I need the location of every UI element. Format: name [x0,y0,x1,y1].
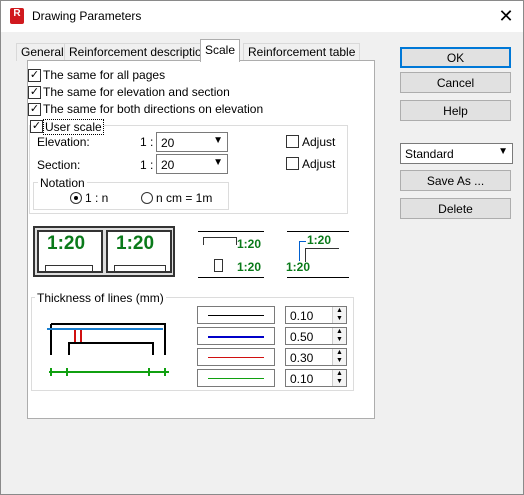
thickness-input-1[interactable]: 0.10 ▲ ▼ [285,306,347,324]
chevron-down-icon: ▼ [213,135,223,146]
section-adjust-label: Adjust [302,157,336,171]
tab-reinforcement-table[interactable]: Reinforcement table [243,43,361,61]
thickness-value-2: 0.50 [290,330,314,344]
preset-select[interactable]: Standard ▼ [400,143,513,164]
dialog-window: R Drawing Parameters ✕ General Reinforce… [0,0,524,495]
cancel-button[interactable]: Cancel [400,72,511,93]
close-icon[interactable]: ✕ [495,5,517,27]
spin-up-icon[interactable]: ▲ [332,328,346,336]
line-sample-4 [197,369,275,387]
chevron-down-icon: ▼ [213,157,223,168]
thickness-input-3[interactable]: 0.30 ▲ ▼ [285,348,347,366]
notation-1n-radio[interactable] [70,192,82,204]
preset-value: Standard [405,147,454,161]
spin-down-icon[interactable]: ▼ [332,336,346,344]
same-elev-section-checkbox[interactable]: ✓ [28,86,41,99]
line-thickness-diagram [47,323,169,376]
preview-section-shape [214,259,223,272]
preview-scale-text: 1:20 [237,260,262,274]
preview-scale-text: 1:20 [47,233,86,254]
elevation-adjust-label: Adjust [302,135,336,149]
preview-scale-text: 1:20 [307,233,332,247]
elevation-label: Elevation: [37,135,90,149]
section-label: Section: [37,158,81,172]
ok-button[interactable]: OK [400,47,511,68]
section-scale-value: 20 [161,158,175,172]
same-all-pages-checkbox[interactable]: ✓ [28,69,41,82]
spin-down-icon[interactable]: ▼ [332,315,346,323]
notation-1n-label: 1 : n [85,191,109,205]
section-prefix: 1 : [140,158,154,172]
preview-line [198,231,264,232]
thickness-value-1: 0.10 [290,309,314,323]
app-icon: R [10,8,24,24]
thickness-value-3: 0.30 [290,351,314,365]
tab-reinforcement-description[interactable]: Reinforcement description [64,43,214,61]
tab-general[interactable]: General [16,43,69,61]
spin-down-icon[interactable]: ▼ [332,357,346,365]
notation-ncm-radio[interactable] [141,192,153,204]
same-all-pages-label: The same for all pages [43,68,166,82]
line-sample-1 [197,306,275,324]
same-both-dirs-checkbox[interactable]: ✓ [28,103,41,116]
preview-scale-text: 1:20 [116,233,155,254]
thickness-value-4: 0.10 [290,372,314,386]
elevation-adjust-checkbox[interactable] [286,135,299,148]
elevation-prefix: 1 : [140,135,154,149]
thickness-input-2[interactable]: 0.50 ▲ ▼ [285,327,347,345]
same-both-dirs-label: The same for both directions on elevatio… [43,102,264,116]
thickness-label: Thickness of lines (mm) [35,291,166,305]
section-scale-select[interactable]: 20 ▼ [156,154,228,174]
notation-ncm-label: n cm = 1m [156,191,213,205]
preview-beam-shape [114,265,166,271]
section-adjust-checkbox[interactable] [286,157,299,170]
thickness-input-4[interactable]: 0.10 ▲ ▼ [285,369,347,387]
user-scale-checkbox[interactable]: ✓ [30,120,43,133]
notation-label: Notation [38,176,87,190]
save-as-button[interactable]: Save As ... [400,170,511,191]
diagram-red-rebar [74,330,82,343]
spin-up-icon[interactable]: ▲ [332,370,346,378]
spin-up-icon[interactable]: ▲ [332,307,346,315]
spin-up-icon[interactable]: ▲ [332,349,346,357]
window-title: Drawing Parameters [32,9,142,23]
preview-beam-shape [45,265,93,271]
preview-line [287,231,349,232]
user-scale-label: User scale [43,119,104,135]
tab-scale[interactable]: Scale [200,39,241,62]
delete-button[interactable]: Delete [400,198,511,219]
spin-down-icon[interactable]: ▼ [332,378,346,386]
preview-scale-text: 1:20 [237,237,262,251]
preview-line [198,277,264,278]
same-elev-section-label: The same for elevation and section [43,85,230,99]
preview-beam-shape [203,237,237,245]
line-sample-3 [197,348,275,366]
elevation-scale-value: 20 [161,136,175,150]
diagram-inner-frame [68,342,154,355]
preview-line [287,277,349,278]
preview-beam-shape [305,248,339,262]
chevron-down-icon: ▼ [498,146,508,157]
preview-scale-text: 1:20 [286,260,311,274]
title-bar: R Drawing Parameters ✕ [1,1,523,32]
elevation-scale-select[interactable]: 20 ▼ [156,132,228,152]
line-sample-2 [197,327,275,345]
help-button[interactable]: Help [400,100,511,121]
